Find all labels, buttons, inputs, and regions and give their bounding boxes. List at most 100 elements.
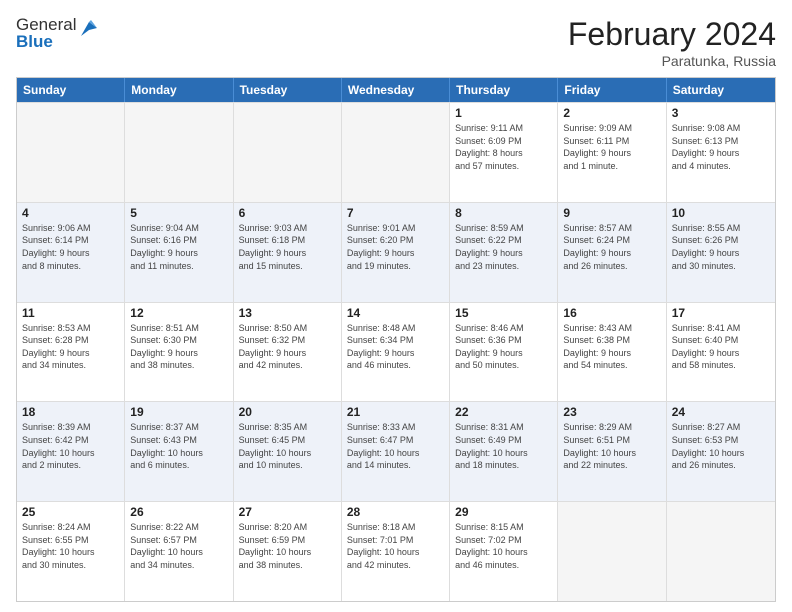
calendar-cell: 13Sunrise: 8:50 AM Sunset: 6:32 PM Dayli… bbox=[234, 303, 342, 402]
calendar-cell: 25 Sunrise: 8:24 AM Sunset: 6:55 PM Dayli… bbox=[17, 502, 125, 601]
day-number: 16 bbox=[563, 306, 660, 320]
calendar-cell: 6 Sunrise: 9:03 AM Sunset: 6:18 PM Daylig… bbox=[234, 203, 342, 302]
calendar-cell: 21 Sunrise: 8:33 AM Sunset: 6:47 PM Dayli… bbox=[342, 402, 450, 501]
day-number: 20 bbox=[239, 405, 336, 419]
calendar-cell: 7 Sunrise: 9:01 AM Sunset: 6:20 PM Daylig… bbox=[342, 203, 450, 302]
calendar-cell: 27 Sunrise: 8:20 AM Sunset: 6:59 PM Dayli… bbox=[234, 502, 342, 601]
day-number: 7 bbox=[347, 206, 444, 220]
day-number: 18 bbox=[22, 405, 119, 419]
calendar-cell: 15 Sunrise: 8:46 AM Sunset: 6:36 PM Dayli… bbox=[450, 303, 558, 402]
calendar-cell bbox=[125, 103, 233, 202]
calendar-cell: 28 Sunrise: 8:18 AM Sunset: 7:01 PM Dayli… bbox=[342, 502, 450, 601]
calendar-row: 18 Sunrise: 8:39 AM Sunset: 6:42 PM Dayli… bbox=[17, 401, 775, 501]
calendar-cell: 5 Sunrise: 9:04 AM Sunset: 6:16 PM Daylig… bbox=[125, 203, 233, 302]
day-number: 14 bbox=[347, 306, 444, 320]
page: General Blue February 2024 Paratunka, Ru… bbox=[0, 0, 792, 612]
calendar-header-cell: Monday bbox=[125, 78, 233, 102]
day-info: Sunrise: 8:29 AM Sunset: 6:51 PM Dayligh… bbox=[563, 421, 660, 471]
day-info: Sunrise: 8:41 AM Sunset: 6:40 PM Dayligh… bbox=[672, 322, 770, 372]
day-info: Sunrise: 8:24 AM Sunset: 6:55 PM Dayligh… bbox=[22, 521, 119, 571]
day-info: Sunrise: 8:46 AM Sunset: 6:36 PM Dayligh… bbox=[455, 322, 552, 372]
calendar-cell: 10Sunrise: 8:55 AM Sunset: 6:26 PM Dayli… bbox=[667, 203, 775, 302]
day-info: Sunrise: 8:53 AM Sunset: 6:28 PM Dayligh… bbox=[22, 322, 119, 372]
calendar-cell bbox=[342, 103, 450, 202]
calendar-cell bbox=[234, 103, 342, 202]
calendar: SundayMondayTuesdayWednesdayThursdayFrid… bbox=[16, 77, 776, 602]
day-number: 11 bbox=[22, 306, 119, 320]
day-number: 21 bbox=[347, 405, 444, 419]
calendar-header-cell: Tuesday bbox=[234, 78, 342, 102]
calendar-row: 25 Sunrise: 8:24 AM Sunset: 6:55 PM Dayli… bbox=[17, 501, 775, 601]
calendar-title: February 2024 bbox=[568, 16, 776, 53]
day-info: Sunrise: 8:37 AM Sunset: 6:43 PM Dayligh… bbox=[130, 421, 227, 471]
day-number: 10 bbox=[672, 206, 770, 220]
day-info: Sunrise: 9:04 AM Sunset: 6:16 PM Dayligh… bbox=[130, 222, 227, 272]
day-info: Sunrise: 8:22 AM Sunset: 6:57 PM Dayligh… bbox=[130, 521, 227, 571]
calendar-cell: 9 Sunrise: 8:57 AM Sunset: 6:24 PM Daylig… bbox=[558, 203, 666, 302]
day-info: Sunrise: 8:51 AM Sunset: 6:30 PM Dayligh… bbox=[130, 322, 227, 372]
calendar-cell bbox=[558, 502, 666, 601]
calendar-header-cell: Thursday bbox=[450, 78, 558, 102]
day-number: 29 bbox=[455, 505, 552, 519]
calendar-cell: 18 Sunrise: 8:39 AM Sunset: 6:42 PM Dayli… bbox=[17, 402, 125, 501]
calendar-cell: 1 Sunrise: 9:11 AM Sunset: 6:09 PM Daylig… bbox=[450, 103, 558, 202]
title-block: February 2024 Paratunka, Russia bbox=[568, 16, 776, 69]
day-number: 27 bbox=[239, 505, 336, 519]
day-number: 26 bbox=[130, 505, 227, 519]
header: General Blue February 2024 Paratunka, Ru… bbox=[16, 16, 776, 69]
day-info: Sunrise: 8:18 AM Sunset: 7:01 PM Dayligh… bbox=[347, 521, 444, 571]
calendar-cell: 8 Sunrise: 8:59 AM Sunset: 6:22 PM Daylig… bbox=[450, 203, 558, 302]
calendar-cell: 2 Sunrise: 9:09 AM Sunset: 6:11 PM Daylig… bbox=[558, 103, 666, 202]
day-number: 22 bbox=[455, 405, 552, 419]
day-info: Sunrise: 8:39 AM Sunset: 6:42 PM Dayligh… bbox=[22, 421, 119, 471]
day-number: 24 bbox=[672, 405, 770, 419]
calendar-cell: 26 Sunrise: 8:22 AM Sunset: 6:57 PM Dayli… bbox=[125, 502, 233, 601]
day-info: Sunrise: 9:06 AM Sunset: 6:14 PM Dayligh… bbox=[22, 222, 119, 272]
calendar-header-cell: Saturday bbox=[667, 78, 775, 102]
calendar-cell: 29Sunrise: 8:15 AM Sunset: 7:02 PM Dayli… bbox=[450, 502, 558, 601]
day-info: Sunrise: 9:03 AM Sunset: 6:18 PM Dayligh… bbox=[239, 222, 336, 272]
day-info: Sunrise: 8:43 AM Sunset: 6:38 PM Dayligh… bbox=[563, 322, 660, 372]
calendar-header-cell: Wednesday bbox=[342, 78, 450, 102]
calendar-cell: 11 Sunrise: 8:53 AM Sunset: 6:28 PM Dayli… bbox=[17, 303, 125, 402]
calendar-header-row: SundayMondayTuesdayWednesdayThursdayFrid… bbox=[17, 78, 775, 102]
calendar-row: 1 Sunrise: 9:11 AM Sunset: 6:09 PM Daylig… bbox=[17, 102, 775, 202]
day-number: 8 bbox=[455, 206, 552, 220]
calendar-row: 4 Sunrise: 9:06 AM Sunset: 6:14 PM Daylig… bbox=[17, 202, 775, 302]
day-number: 23 bbox=[563, 405, 660, 419]
day-info: Sunrise: 9:01 AM Sunset: 6:20 PM Dayligh… bbox=[347, 222, 444, 272]
day-info: Sunrise: 8:59 AM Sunset: 6:22 PM Dayligh… bbox=[455, 222, 552, 272]
calendar-cell: 24Sunrise: 8:27 AM Sunset: 6:53 PM Dayli… bbox=[667, 402, 775, 501]
calendar-cell bbox=[667, 502, 775, 601]
day-info: Sunrise: 9:09 AM Sunset: 6:11 PM Dayligh… bbox=[563, 122, 660, 172]
calendar-cell: 16 Sunrise: 8:43 AM Sunset: 6:38 PM Dayli… bbox=[558, 303, 666, 402]
calendar-cell: 22Sunrise: 8:31 AM Sunset: 6:49 PM Dayli… bbox=[450, 402, 558, 501]
day-number: 1 bbox=[455, 106, 552, 120]
day-info: Sunrise: 8:20 AM Sunset: 6:59 PM Dayligh… bbox=[239, 521, 336, 571]
calendar-cell: 12 Sunrise: 8:51 AM Sunset: 6:30 PM Dayli… bbox=[125, 303, 233, 402]
day-number: 12 bbox=[130, 306, 227, 320]
day-number: 2 bbox=[563, 106, 660, 120]
calendar-cell bbox=[17, 103, 125, 202]
calendar-cell: 20 Sunrise: 8:35 AM Sunset: 6:45 PM Dayli… bbox=[234, 402, 342, 501]
day-info: Sunrise: 8:33 AM Sunset: 6:47 PM Dayligh… bbox=[347, 421, 444, 471]
calendar-cell: 23 Sunrise: 8:29 AM Sunset: 6:51 PM Dayli… bbox=[558, 402, 666, 501]
day-info: Sunrise: 8:57 AM Sunset: 6:24 PM Dayligh… bbox=[563, 222, 660, 272]
calendar-cell: 17Sunrise: 8:41 AM Sunset: 6:40 PM Dayli… bbox=[667, 303, 775, 402]
calendar-cell: 19Sunrise: 8:37 AM Sunset: 6:43 PM Dayli… bbox=[125, 402, 233, 501]
day-info: Sunrise: 8:48 AM Sunset: 6:34 PM Dayligh… bbox=[347, 322, 444, 372]
day-info: Sunrise: 8:35 AM Sunset: 6:45 PM Dayligh… bbox=[239, 421, 336, 471]
calendar-body: 1 Sunrise: 9:11 AM Sunset: 6:09 PM Daylig… bbox=[17, 102, 775, 601]
day-number: 5 bbox=[130, 206, 227, 220]
day-number: 6 bbox=[239, 206, 336, 220]
logo: General Blue bbox=[16, 16, 99, 51]
day-number: 13 bbox=[239, 306, 336, 320]
day-number: 28 bbox=[347, 505, 444, 519]
day-number: 9 bbox=[563, 206, 660, 220]
day-number: 15 bbox=[455, 306, 552, 320]
day-number: 4 bbox=[22, 206, 119, 220]
calendar-cell: 14 Sunrise: 8:48 AM Sunset: 6:34 PM Dayli… bbox=[342, 303, 450, 402]
day-info: Sunrise: 9:11 AM Sunset: 6:09 PM Dayligh… bbox=[455, 122, 552, 172]
day-number: 25 bbox=[22, 505, 119, 519]
logo-bird-icon bbox=[77, 18, 99, 40]
